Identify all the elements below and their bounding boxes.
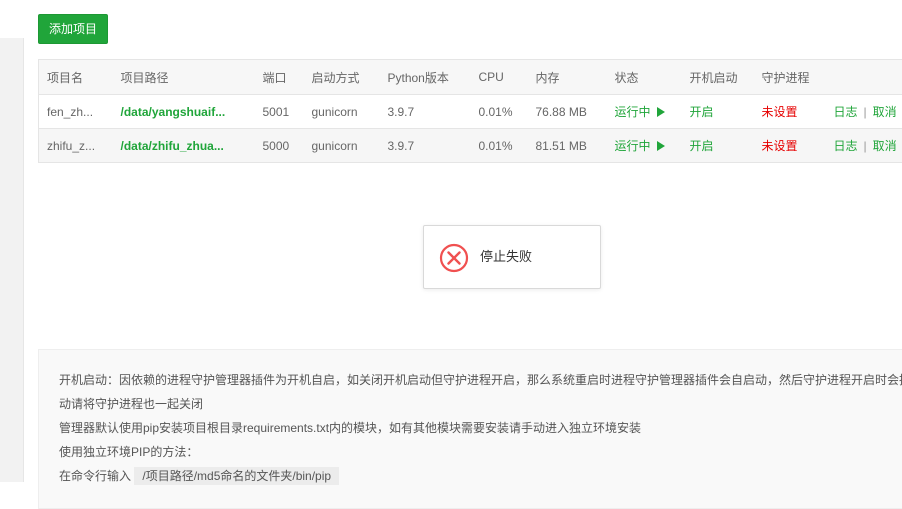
col-header-memory[interactable]: 内存: [528, 60, 607, 95]
error-circle-icon: [439, 243, 469, 273]
project-path[interactable]: /data/yangshuaif...: [121, 105, 226, 119]
project-name: fen_zh...: [39, 95, 113, 129]
error-toast: 停止失败: [423, 225, 601, 289]
col-header-cpu[interactable]: CPU: [471, 60, 528, 95]
project-table: 项目名 项目路径 端口 启动方式 Python版本 CPU 内存 状态 开机启动…: [38, 59, 902, 163]
col-header-autostart[interactable]: 开机启动: [682, 60, 754, 95]
autostart-toggle[interactable]: 开启: [690, 139, 714, 153]
table-row: fen_zh... /data/yangshuaif... 5001 gunic…: [39, 95, 902, 129]
status-text[interactable]: 运行中: [615, 105, 651, 119]
action-separator: |: [864, 139, 867, 153]
project-status[interactable]: 运行中: [607, 129, 682, 163]
project-daemon[interactable]: 未设置: [754, 95, 826, 129]
note-line: 管理器默认使用pip安装项目根目录requirements.txt内的模块，如有…: [59, 416, 902, 440]
project-name: zhifu_z...: [39, 129, 113, 163]
note-line: 使用独立环境PIP的方法：: [59, 440, 902, 464]
col-header-python[interactable]: Python版本: [380, 60, 471, 95]
log-link[interactable]: 日志: [834, 105, 858, 119]
table-header-row: 项目名 项目路径 端口 启动方式 Python版本 CPU 内存 状态 开机启动…: [39, 60, 902, 95]
autostart-toggle[interactable]: 开启: [690, 105, 714, 119]
log-link[interactable]: 日志: [834, 139, 858, 153]
project-path-link[interactable]: /data/zhifu_zhua...: [113, 129, 255, 163]
project-python: 3.9.7: [380, 95, 471, 129]
col-header-name[interactable]: 项目名: [39, 60, 113, 95]
play-icon[interactable]: [657, 141, 665, 151]
cancel-link[interactable]: 取消: [873, 105, 897, 119]
table-row: zhifu_z... /data/zhifu_zhua... 5000 guni…: [39, 129, 902, 163]
cancel-link[interactable]: 取消: [873, 139, 897, 153]
col-header-path[interactable]: 项目路径: [113, 60, 255, 95]
project-port: 5001: [255, 95, 304, 129]
col-header-actions: [826, 60, 902, 95]
col-header-daemon[interactable]: 守护进程: [754, 60, 826, 95]
project-cpu: 0.01%: [471, 95, 528, 129]
project-autostart[interactable]: 开启: [682, 129, 754, 163]
col-header-launch[interactable]: 启动方式: [304, 60, 380, 95]
pip-path-code: /项目路径/md5命名的文件夹/bin/pip: [134, 467, 339, 485]
col-header-status[interactable]: 状态: [607, 60, 682, 95]
help-notes: 开机启动：因依赖的进程守护管理器插件为开机自启，如关闭开机启动但守护进程开启，那…: [38, 349, 902, 509]
status-text[interactable]: 运行中: [615, 139, 651, 153]
left-panel-strip: [0, 38, 24, 482]
project-actions: 日志 | 取消: [826, 129, 902, 163]
project-path-link[interactable]: /data/yangshuaif...: [113, 95, 255, 129]
daemon-setting[interactable]: 未设置: [762, 105, 798, 119]
project-cpu: 0.01%: [471, 129, 528, 163]
note-prefix: 在命令行输入: [59, 469, 131, 483]
toast-message: 停止失败: [480, 226, 532, 288]
note-line: 开机启动：因依赖的进程守护管理器插件为开机自启，如关闭开机启动但守护进程开启，那…: [59, 368, 902, 392]
project-memory: 76.88 MB: [528, 95, 607, 129]
action-separator: |: [864, 105, 867, 119]
project-daemon[interactable]: 未设置: [754, 129, 826, 163]
play-icon[interactable]: [657, 107, 665, 117]
note-line: 动请将守护进程也一起关闭: [59, 392, 902, 416]
project-memory: 81.51 MB: [528, 129, 607, 163]
project-launch: gunicorn: [304, 129, 380, 163]
project-actions: 日志 | 取消: [826, 95, 902, 129]
project-path[interactable]: /data/zhifu_zhua...: [121, 139, 224, 153]
col-header-port[interactable]: 端口: [255, 60, 304, 95]
project-status[interactable]: 运行中: [607, 95, 682, 129]
daemon-setting[interactable]: 未设置: [762, 139, 798, 153]
add-project-button[interactable]: 添加项目: [38, 14, 108, 44]
project-port: 5000: [255, 129, 304, 163]
project-autostart[interactable]: 开启: [682, 95, 754, 129]
note-line: 在命令行输入 /项目路径/md5命名的文件夹/bin/pip: [59, 464, 902, 488]
project-python: 3.9.7: [380, 129, 471, 163]
project-launch: gunicorn: [304, 95, 380, 129]
